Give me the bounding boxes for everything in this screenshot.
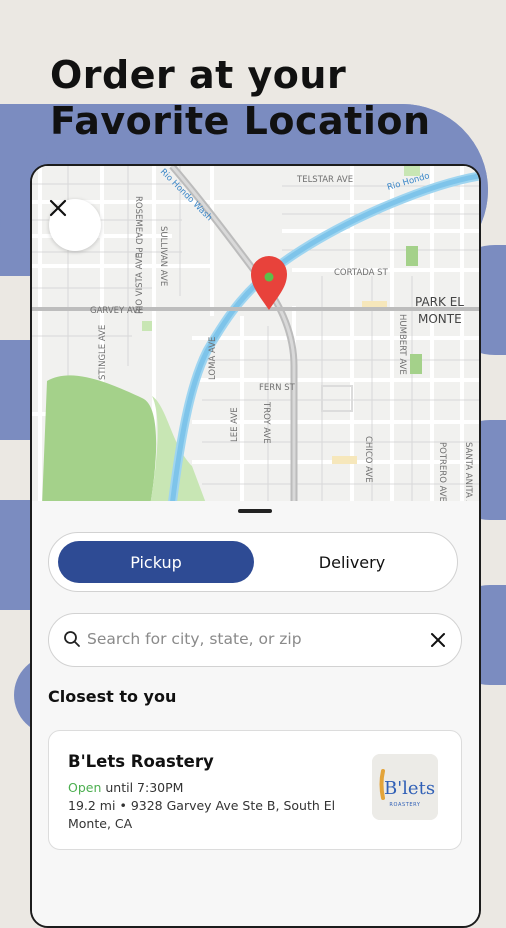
store-open-status: Open	[68, 780, 102, 795]
map-place-label: PARK EL	[415, 295, 464, 309]
map-street-label: SANTA ANITA AVE	[463, 442, 473, 506]
order-type-toggle: Pickup Delivery	[48, 532, 458, 592]
clear-search-icon[interactable]	[427, 629, 449, 651]
map-street-label: LEE AVE	[230, 407, 240, 442]
pickup-tab[interactable]: Pickup	[58, 541, 254, 583]
location-bottom-sheet: Pickup Delivery Closest to you B'Lets Ro…	[32, 501, 479, 926]
store-separator: •	[119, 798, 127, 813]
close-button[interactable]	[49, 199, 101, 251]
store-hours: Open until 7:30PM	[68, 780, 183, 795]
map-street-label: CHICO AVE	[363, 436, 373, 483]
map-street-label: LOMA AVE	[208, 337, 218, 380]
store-logo-image: B'lets ROASTERY	[372, 754, 438, 820]
store-logo-text: B'lets	[384, 778, 435, 799]
map-street-label: POTRERO AVE	[437, 442, 447, 502]
map-street-label: TELSTAR AVE	[296, 175, 353, 185]
store-distance: 19.2 mi	[68, 798, 116, 813]
search-input[interactable]	[87, 623, 417, 655]
headline-line-1: Order at your	[50, 53, 347, 97]
map-place-label: MONTE	[418, 312, 462, 326]
store-name: B'Lets Roastery	[68, 752, 214, 771]
store-logo: B'lets ROASTERY	[372, 754, 438, 820]
map-street-label: TROY AVE	[261, 401, 271, 444]
page-headline: Order at your Favorite Location	[50, 52, 431, 144]
store-card[interactable]: B'Lets Roastery Open until 7:30PM 19.2 m…	[48, 730, 462, 850]
headline-line-2: Favorite Location	[50, 99, 431, 143]
close-icon	[49, 199, 67, 217]
section-title: Closest to you	[48, 687, 177, 706]
sheet-drag-handle[interactable]	[238, 509, 272, 513]
map-street-label: STINGLE AVE	[98, 325, 108, 380]
map-street-label: FERN ST	[259, 383, 296, 393]
location-search-bar	[48, 613, 462, 667]
map-street-label: SULLIVAN AVE	[158, 226, 168, 286]
phone-frame: TELSTAR AVE Rio Hondo Rio Hondo Wash COR…	[30, 164, 481, 928]
delivery-tab[interactable]: Delivery	[254, 541, 450, 583]
map-street-label: CORTADA ST	[334, 268, 389, 278]
map-street-label: ROSEMEAD PL	[133, 196, 143, 257]
store-hours-text: until 7:30PM	[105, 780, 184, 795]
map-street-label: RIO VISTA AVE	[135, 253, 145, 314]
store-logo-subtext: ROASTERY	[389, 802, 420, 808]
map-view[interactable]: TELSTAR AVE Rio Hondo Rio Hondo Wash COR…	[32, 166, 479, 506]
map-street-label: HUMBERT AVE	[397, 314, 407, 375]
store-address: 19.2 mi • 9328 Garvey Ave Ste B, South E…	[68, 797, 358, 833]
search-icon	[64, 631, 80, 647]
